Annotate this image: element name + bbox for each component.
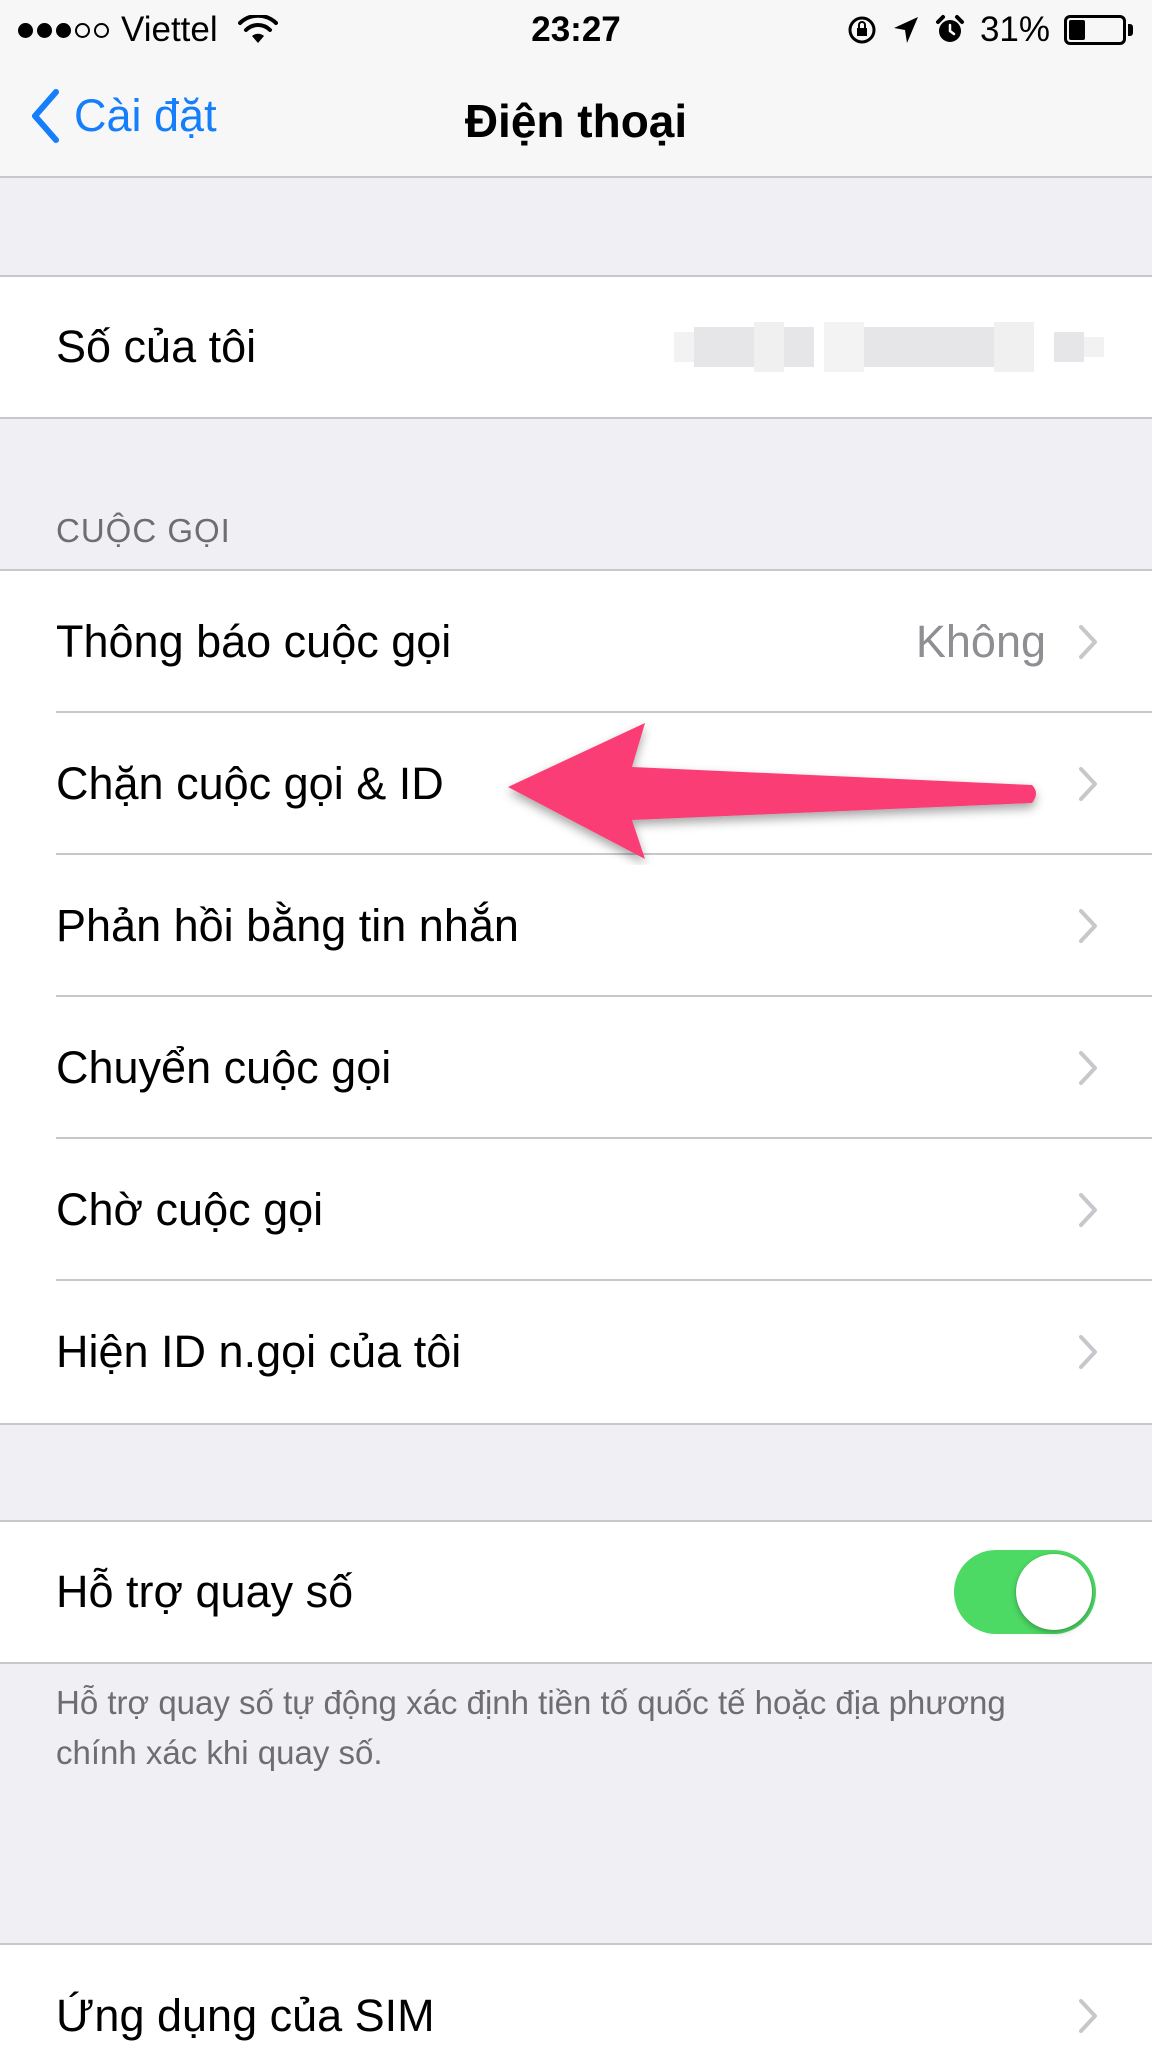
navigation-bar: Cài đặt Điện thoại [0, 58, 1152, 178]
call-announcement-value: Không [915, 616, 1046, 667]
location-arrow-icon [893, 17, 918, 43]
chevron-right-icon [1079, 625, 1097, 659]
list-item-call-announcement[interactable]: Thông báo cuộc gọi Không [0, 571, 1152, 713]
dial-assist-group: Hỗ trợ quay số [0, 1520, 1152, 1664]
page-title: Điện thoại [464, 95, 688, 147]
list-item-label: Chờ cuộc gọi [56, 1184, 324, 1235]
list-item-call-blocking[interactable]: Chặn cuộc gọi & ID [0, 713, 1152, 855]
toggle-knob [1016, 1554, 1092, 1630]
chevron-right-icon [1079, 1999, 1097, 2033]
battery-icon [1064, 15, 1134, 45]
orientation-lock-icon [848, 16, 876, 44]
battery-level-fill [1069, 20, 1085, 40]
list-item-label: Chuyển cuộc gọi [56, 1042, 392, 1093]
dial-assist-label: Hỗ trợ quay số [56, 1566, 354, 1617]
calls-group: Thông báo cuộc gọi Không Chặn cuộc gọi &… [0, 569, 1152, 1425]
status-bar: Viettel 23:27 31% [0, 0, 1152, 58]
my-number-row[interactable]: Số của tôi [0, 277, 1152, 417]
list-item-label: Hiện ID n.gọi của tôi [56, 1326, 462, 1377]
dial-assist-toggle[interactable] [954, 1550, 1096, 1634]
list-item-sim-applications[interactable]: Ứng dụng của SIM [0, 1945, 1152, 2048]
calls-section-header: CUỘC GỌI [56, 512, 231, 549]
chevron-right-icon [1079, 1335, 1097, 1369]
my-number-group: Số của tôi [0, 275, 1152, 419]
status-right: 31% [846, 10, 1134, 50]
chevron-right-icon [1079, 1193, 1097, 1227]
list-item-call-forwarding[interactable]: Chuyển cuộc gọi [0, 997, 1152, 1139]
battery-percentage: 31% [979, 10, 1050, 49]
chevron-right-icon [1079, 909, 1097, 943]
dial-assist-footer: Hỗ trợ quay số tự động xác định tiền tố … [56, 1684, 1006, 1771]
list-item-label: Chặn cuộc gọi & ID [56, 758, 444, 809]
chevron-right-icon [1079, 767, 1097, 801]
my-number-label: Số của tôi [56, 321, 257, 372]
dial-assist-row: Hỗ trợ quay số [0, 1522, 1152, 1662]
chevron-right-icon [1079, 1051, 1097, 1085]
list-item-label: Ứng dụng của SIM [56, 1990, 435, 2041]
list-item-show-caller-id[interactable]: Hiện ID n.gọi của tôi [0, 1281, 1152, 1423]
alarm-clock-icon [935, 15, 964, 42]
battery-terminal [1128, 24, 1133, 36]
pixelated-phone-number [674, 322, 1104, 372]
list-item-label: Phản hồi bằng tin nhắn [56, 900, 519, 951]
list-item-respond-with-text[interactable]: Phản hồi bằng tin nhắn [0, 855, 1152, 997]
list-item-label: Thông báo cuộc gọi [56, 616, 452, 667]
sim-apps-group: Ứng dụng của SIM [0, 1943, 1152, 2048]
list-item-call-waiting[interactable]: Chờ cuộc gọi [0, 1139, 1152, 1281]
